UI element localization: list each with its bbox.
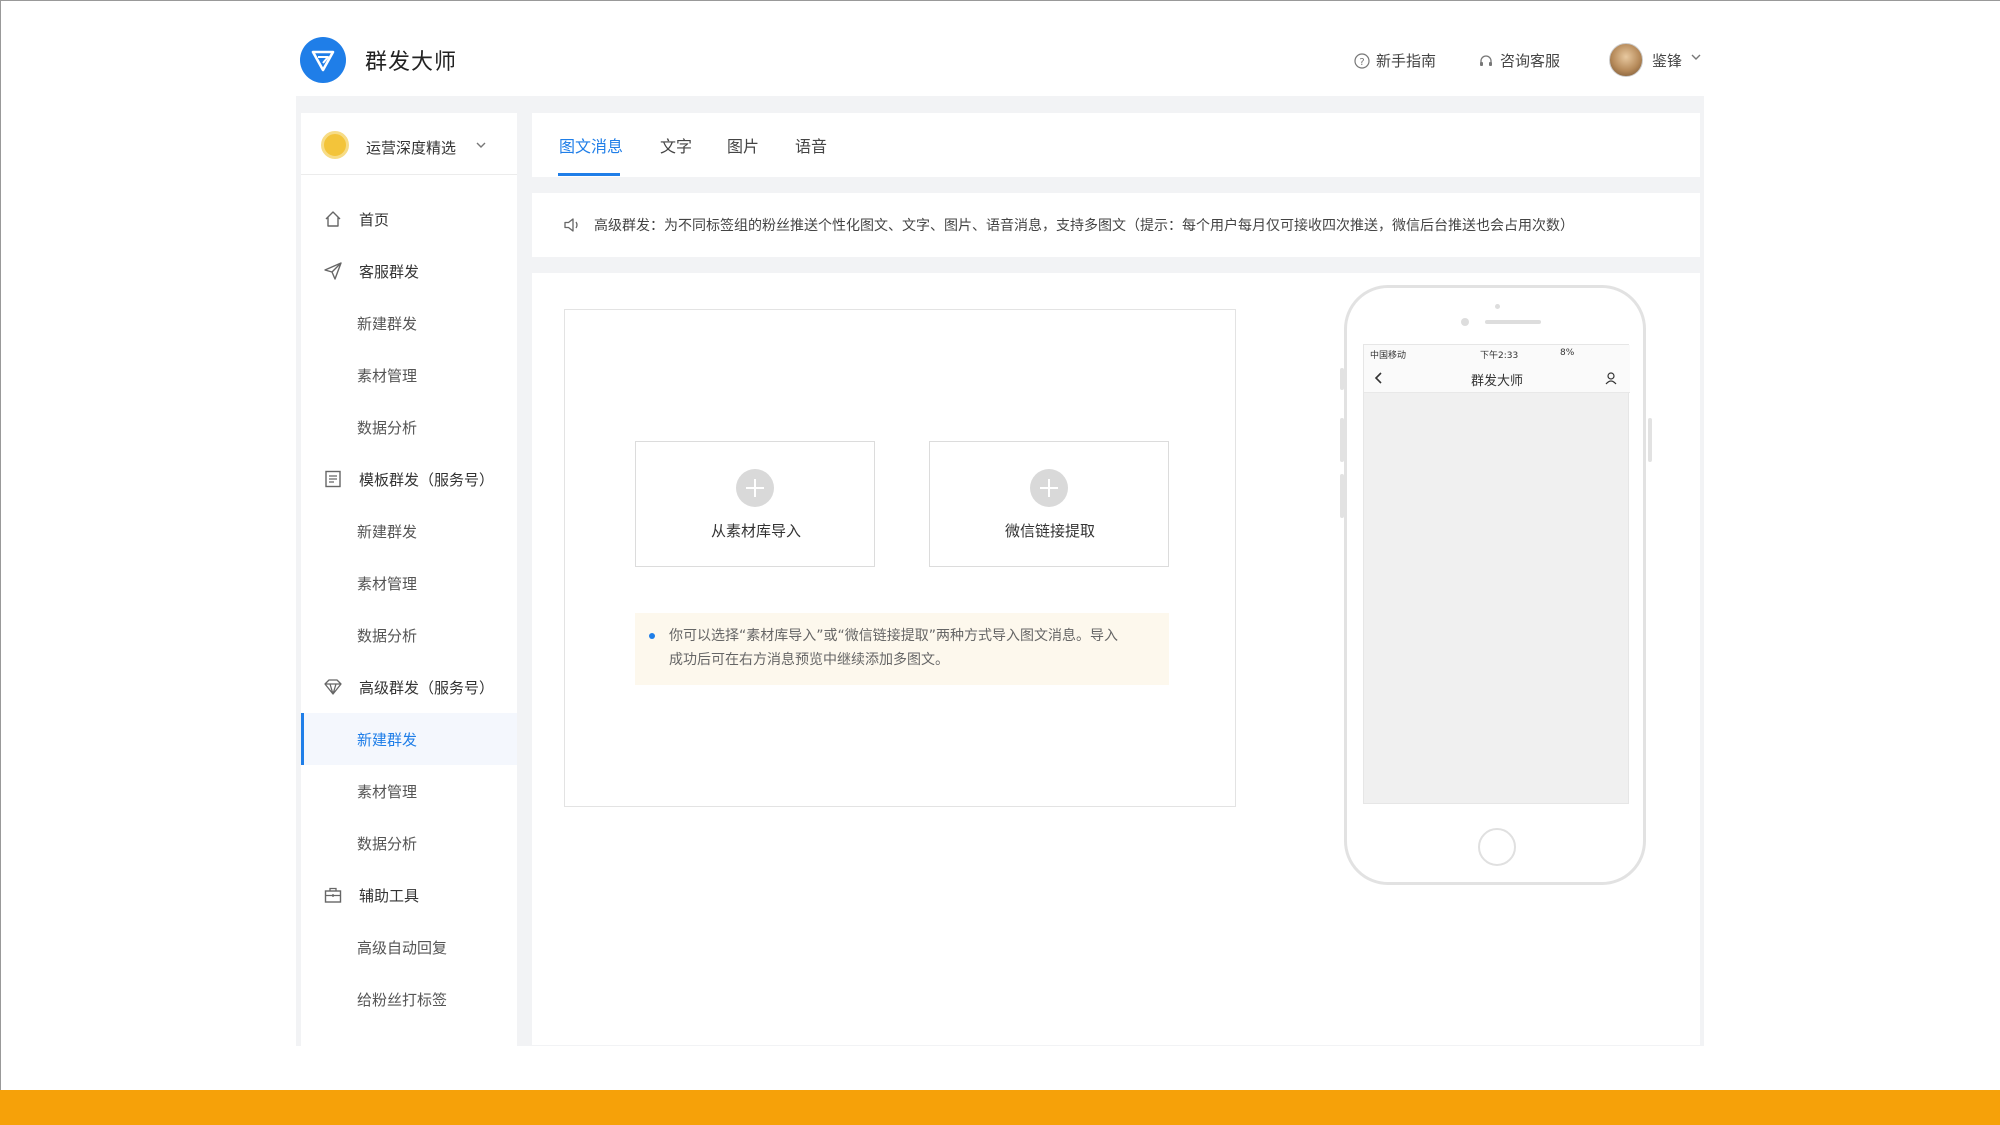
chevron-down-icon	[476, 142, 486, 148]
sidebar-item-label: 数据分析	[357, 627, 418, 645]
document-icon	[323, 469, 343, 489]
sidebar-group-tools[interactable]: 辅助工具	[301, 869, 517, 921]
sidebar-item-tag-fans[interactable]: 给粉丝打标签	[301, 973, 517, 1025]
extract-wechat-link-button[interactable]: 微信链接提取	[929, 441, 1169, 567]
svg-text:?: ?	[1359, 57, 1364, 68]
phone-nav-bar: 群发大师	[1364, 363, 1630, 393]
bullet-dot	[649, 633, 655, 639]
sidebar-item-label: 新建群发	[357, 731, 418, 749]
phone-chat-title: 群发大师	[1470, 374, 1523, 389]
sidebar-item-new-broadcast[interactable]: 新建群发	[301, 297, 517, 349]
notice-text: 高级群发：为不同标签组的粉丝推送个性化图文、文字、图片、语音消息，支持多图文（提…	[594, 218, 1574, 234]
phone-side-button	[1340, 474, 1344, 518]
toolbox-icon	[323, 885, 343, 905]
phone-camera	[1461, 318, 1469, 326]
sidebar-item-label: 新建群发	[357, 523, 418, 541]
new-user-guide-link[interactable]: ? 新手指南	[1354, 50, 1436, 71]
sidebar-item-new-broadcast-active[interactable]: 新建群发	[301, 713, 517, 765]
battery-level: 8%	[1560, 348, 1575, 358]
sidebar-item-data-analysis[interactable]: 数据分析	[301, 401, 517, 453]
tip-line-1: 你可以选择“素材库导入”或“微信链接提取”两种方式导入图文消息。导入	[669, 628, 1119, 644]
account-logo	[321, 131, 349, 159]
send-icon	[323, 261, 343, 281]
home-icon	[323, 209, 343, 229]
sidebar-item-label: 给粉丝打标签	[357, 991, 448, 1009]
app-title: 群发大师	[365, 50, 458, 75]
question-circle-icon: ?	[1354, 52, 1370, 69]
customer-service-link[interactable]: 咨询客服	[1478, 50, 1560, 71]
sidebar-item-label: 素材管理	[357, 367, 418, 385]
account-switcher[interactable]: 运营深度精选	[301, 113, 517, 175]
chevron-down-icon[interactable]	[1690, 53, 1702, 61]
account-name: 运营深度精选	[366, 139, 457, 157]
content-area: 从素材库导入 微信链接提取 你可以选择“素材库导入”或“微信链接提取”两种方式导…	[532, 273, 1700, 1045]
customer-service-label: 咨询客服	[1500, 52, 1561, 70]
extract-wechat-link-label: 微信链接提取	[1004, 522, 1095, 540]
sidebar-item-label: 高级自动回复	[357, 939, 448, 957]
sidebar-item-label: 素材管理	[357, 575, 418, 593]
user-name[interactable]: 鉴锋	[1652, 50, 1682, 71]
import-from-library-label: 从素材库导入	[710, 522, 801, 540]
notice-bar: 高级群发：为不同标签组的粉丝推送个性化图文、文字、图片、语音消息，支持多图文（提…	[532, 193, 1700, 257]
tab-image[interactable]: 图片	[727, 133, 759, 157]
sidebar-item-label: 新建群发	[357, 315, 418, 333]
sidebar-item-label: 模板群发（服务号）	[359, 471, 495, 489]
status-time: 下午2:33	[1480, 351, 1519, 361]
message-type-tabs: 图文消息 文字 图片 语音	[532, 113, 1700, 177]
sidebar-item-label: 首页	[359, 211, 390, 229]
phone-side-button	[1340, 368, 1344, 390]
active-tab-indicator	[558, 173, 620, 176]
sidebar-item-auto-reply[interactable]: 高级自动回复	[301, 921, 517, 973]
message-editor: 从素材库导入 微信链接提取 你可以选择“素材库导入”或“微信链接提取”两种方式导…	[564, 309, 1236, 807]
phone-home-button	[1478, 828, 1516, 866]
new-user-guide-label: 新手指南	[1376, 52, 1437, 70]
sidebar-item-data-analysis[interactable]: 数据分析	[301, 609, 517, 661]
speaker-icon	[564, 218, 578, 232]
sidebar: 运营深度精选 首页 客服群发 新建群发 素材管理 数据分析 模板群发（服务号） …	[301, 113, 517, 1048]
app-logo[interactable]	[300, 37, 346, 83]
paper-plane-icon	[311, 50, 335, 72]
tab-voice[interactable]: 语音	[795, 133, 827, 157]
sidebar-group-advanced-broadcast[interactable]: 高级群发（服务号）	[301, 661, 517, 713]
sidebar-item-material-management[interactable]: 素材管理	[301, 765, 517, 817]
sidebar-item-data-analysis[interactable]: 数据分析	[301, 817, 517, 869]
import-tip: 你可以选择“素材库导入”或“微信链接提取”两种方式导入图文消息。导入 成功后可在…	[635, 613, 1169, 685]
sidebar-item-label: 数据分析	[357, 419, 418, 437]
import-from-library-button[interactable]: 从素材库导入	[635, 441, 875, 567]
phone-screen: 中国移动 下午2:33 8% 群发大师	[1363, 344, 1630, 804]
sidebar-item-label: 客服群发	[359, 263, 420, 281]
phone-side-button	[1648, 418, 1652, 462]
sidebar-item-material-management[interactable]: 素材管理	[301, 557, 517, 609]
sidebar-group-customer-service-broadcast[interactable]: 客服群发	[301, 245, 517, 297]
sidebar-group-template-broadcast[interactable]: 模板群发（服务号）	[301, 453, 517, 505]
sidebar-item-label: 数据分析	[357, 835, 418, 853]
diamond-icon	[323, 677, 343, 697]
user-profile-icon	[1605, 372, 1617, 385]
headset-icon	[1478, 53, 1494, 69]
carrier: 中国移动	[1370, 351, 1407, 361]
sidebar-item-material-management[interactable]: 素材管理	[301, 349, 517, 401]
plus-icon	[1030, 469, 1068, 507]
plus-icon	[736, 469, 774, 507]
sidebar-item-label: 素材管理	[357, 783, 418, 801]
frame-left-border	[0, 0, 1, 1090]
tab-rich-media[interactable]: 图文消息	[559, 133, 623, 157]
sidebar-item-home[interactable]: 首页	[301, 193, 517, 245]
sidebar-item-label: 辅助工具	[359, 887, 420, 905]
phone-sensor	[1495, 304, 1500, 309]
phone-status-bar: 中国移动 下午2:33 8%	[1364, 345, 1630, 363]
sidebar-item-new-broadcast[interactable]: 新建群发	[301, 505, 517, 557]
phone-preview: 中国移动 下午2:33 8% 群发大师	[1340, 285, 1652, 885]
phone-speaker	[1485, 320, 1541, 324]
frame-top-border	[0, 0, 2000, 1]
accent-bottom-bar	[0, 1090, 2000, 1125]
tip-line-2: 成功后可在右方消息预览中继续添加多图文。	[669, 652, 949, 668]
tab-text[interactable]: 文字	[660, 133, 692, 157]
phone-side-button	[1340, 418, 1344, 462]
user-avatar[interactable]	[1609, 43, 1643, 77]
sidebar-item-label: 高级群发（服务号）	[359, 679, 495, 697]
